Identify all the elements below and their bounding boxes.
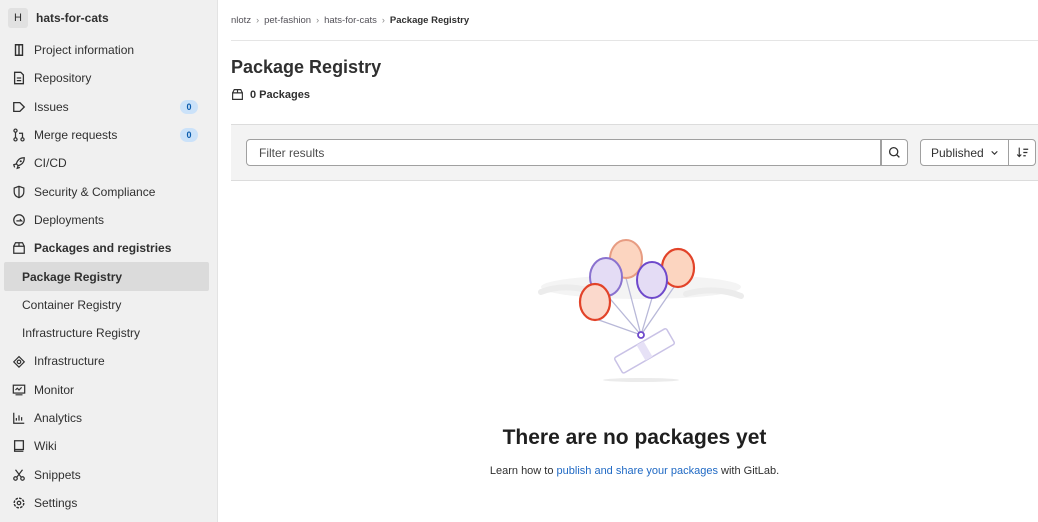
sidebar-item-repository[interactable]: Repository [0,64,217,92]
sidebar-item-merge-requests[interactable]: Merge requests 0 [0,121,217,149]
page-title: Package Registry [231,57,382,77]
sidebar-item-label: Infrastructure Registry [22,326,141,341]
sidebar-item-label: Monitor [34,382,75,397]
package-count: 0 Packages [231,88,310,101]
chevron-down-icon [991,150,998,155]
package-icon [232,89,243,100]
sidebar-item-label: CI/CD [34,156,67,171]
breadcrumb-item[interactable]: pet-fashion [264,15,311,26]
cloud-gear-icon [12,354,26,369]
sidebar-item-infrastructure[interactable]: Infrastructure [0,347,217,375]
merge-requests-count-badge: 0 [180,127,198,142]
sidebar-item-monitor[interactable]: Monitor [0,376,217,404]
sidebar-item-label: Repository [34,71,92,86]
sidebar-item-label: Wiki [34,439,57,454]
breadcrumb-separator: › [381,15,385,25]
empty-state-description: Learn how to publish and share your pack… [231,465,1038,477]
main-content: nlotz › pet-fashion › hats-for-cats › Pa… [231,0,1038,522]
settings-icon [12,496,26,510]
sidebar-subitem-infrastructure-registry[interactable]: Infrastructure Registry [0,319,217,347]
sidebar-item-label: Settings [34,495,78,510]
issues-icon [12,100,26,114]
sidebar-item-deployments[interactable]: Deployments [0,206,217,234]
project-name: hats-for-cats [36,11,109,25]
balloons-illustration [538,239,744,382]
sidebar-item-label: Packages and registries [34,241,172,256]
publish-packages-link[interactable]: publish and share your packages [557,465,718,477]
sort-dropdown-label: Published [931,145,984,160]
sidebar-item-packages-registries[interactable]: Packages and registries [0,234,217,262]
sidebar-item-label: Package Registry [22,269,123,284]
package-count-label: 0 Packages [250,88,310,101]
sidebar-item-label: Deployments [34,212,105,227]
sidebar-item-label: Security & Compliance [34,184,156,199]
sidebar-item-label: Container Registry [22,297,122,312]
sidebar-item-wiki[interactable]: Wiki [0,432,217,460]
scissors-icon [12,468,26,482]
monitor-icon [12,383,26,397]
sidebar-subitem-package-registry[interactable]: Package Registry [4,262,209,291]
filter-bar: Published [231,124,1038,181]
empty-state-text-before: Learn how to [489,465,557,477]
sort-lowest-icon [1016,147,1028,158]
sort-direction-button[interactable] [1008,139,1036,166]
sidebar-item-project-information[interactable]: Project information [0,36,217,64]
chart-icon [12,411,26,425]
shield-icon [12,185,26,199]
project-icon [12,43,26,57]
sidebar: H hats-for-cats Project information Repo… [0,0,218,522]
breadcrumb-separator: › [256,15,260,25]
breadcrumb-item[interactable]: hats-for-cats [324,15,377,26]
breadcrumb-item[interactable]: nlotz [231,15,251,26]
sidebar-item-label: Analytics [34,411,83,425]
sidebar-item-label: Infrastructure [34,354,105,369]
sidebar-item-settings[interactable]: Settings [0,489,217,517]
empty-state-title: There are no packages yet [502,426,767,449]
sidebar-item-ci-cd[interactable]: CI/CD [0,149,217,177]
project-avatar: H [8,8,28,28]
sidebar-item-analytics[interactable]: Analytics [0,404,217,432]
merge-request-icon [12,128,26,142]
sidebar-nav: Project information Repository Issues 0 … [0,36,217,517]
search-button[interactable] [881,139,908,166]
sidebar-item-issues[interactable]: Issues 0 [0,93,217,121]
sidebar-subitem-container-registry[interactable]: Container Registry [0,291,217,319]
search-icon [888,146,900,158]
sidebar-item-label: Issues [34,99,69,114]
breadcrumb-separator: › [316,15,320,25]
breadcrumb: nlotz › pet-fashion › hats-for-cats › Pa… [231,0,1038,41]
book-icon [12,439,26,453]
issues-count-badge: 0 [180,99,198,114]
sidebar-item-snippets[interactable]: Snippets [0,460,217,488]
project-header[interactable]: H hats-for-cats [0,0,217,36]
empty-state-text-after: with GitLab. [717,465,780,477]
filter-input[interactable] [246,139,881,166]
rocket-icon [12,156,26,170]
sidebar-item-security-compliance[interactable]: Security & Compliance [0,177,217,205]
sidebar-item-label: Snippets [34,467,81,482]
deployments-icon [12,213,26,227]
doc-icon [12,71,26,85]
sort-dropdown[interactable]: Published [920,139,1009,166]
package-icon [12,241,26,255]
sidebar-item-label: Merge requests [34,128,118,143]
sidebar-item-label: Project information [34,43,135,58]
breadcrumb-current[interactable]: Package Registry [390,15,469,26]
